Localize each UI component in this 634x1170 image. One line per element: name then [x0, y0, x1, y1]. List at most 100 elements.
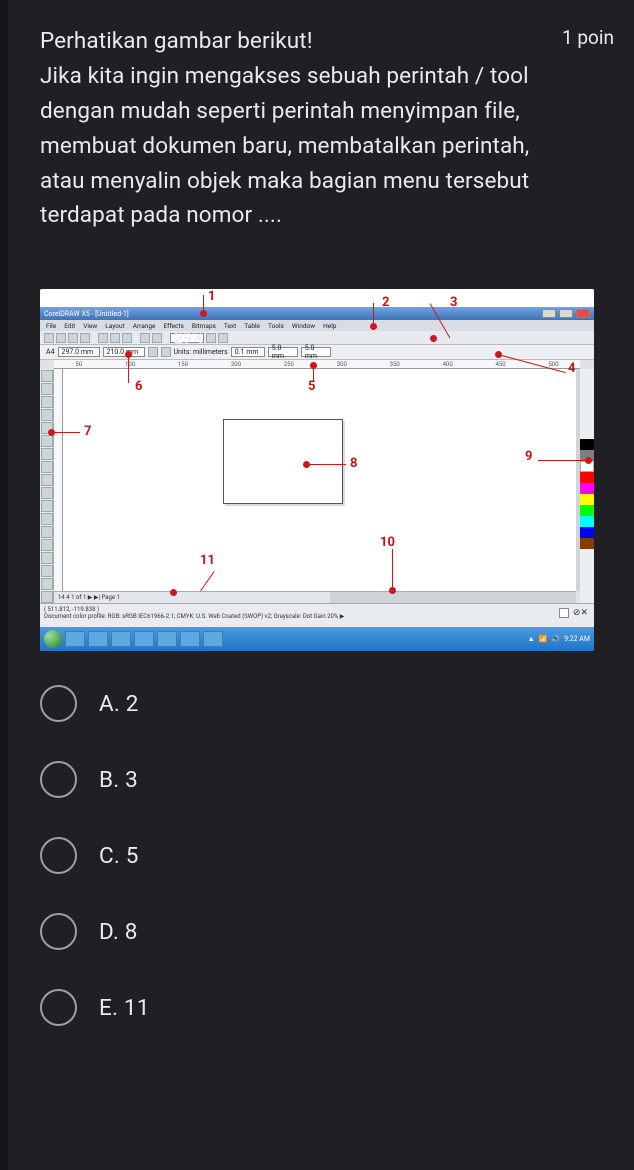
annotation-line	[538, 460, 585, 461]
ruler-tick: 300	[337, 361, 347, 368]
menu-item: Window	[292, 322, 315, 330]
ruler-tick: 50	[75, 361, 82, 368]
menu-item: File	[46, 322, 56, 330]
annotation-label-6: 6	[135, 379, 142, 394]
option-e[interactable]: E. 11	[40, 989, 614, 1026]
annotation-line	[392, 549, 393, 587]
annotation-label-5: 5	[308, 379, 315, 394]
volume-icon: 🔊	[551, 635, 560, 643]
option-d[interactable]: D. 8	[40, 913, 614, 950]
annotation-label-4: 4	[568, 361, 575, 376]
option-label: D. 8	[99, 919, 138, 945]
connector-tool-icon	[41, 526, 53, 538]
zoom-tool-icon	[41, 409, 53, 421]
table-tool-icon	[41, 500, 53, 512]
task-button	[134, 631, 154, 647]
annotation-line	[203, 295, 204, 310]
menu-item: Text	[224, 322, 236, 330]
ruler-tick: 100	[125, 361, 135, 368]
save-icon	[68, 333, 78, 343]
swatch	[580, 505, 594, 516]
annotation-label-9: 9	[525, 449, 532, 464]
ruler-vertical	[54, 369, 63, 591]
question-text: Perhatikan gambar berikut! Jika kita ing…	[40, 24, 546, 233]
annotation-line	[373, 303, 374, 323]
page-height-field: 210.0 mm	[103, 347, 145, 357]
ellipse-tool-icon	[41, 461, 53, 473]
options-icon	[218, 333, 228, 343]
toolbox	[40, 369, 54, 615]
swatch	[580, 483, 594, 494]
menu-bar: File Edit View Layout Arrange Effects Bi…	[40, 320, 594, 331]
close-icon	[576, 309, 590, 318]
option-label: E. 11	[99, 995, 150, 1021]
ruler-tick: 500	[548, 361, 558, 368]
ruler-horizontal: 50 100 150 200 250 300 350 400 450 500	[54, 360, 580, 369]
color-palette	[580, 369, 594, 615]
app-titlebar: CorelDRAW X5 - [Untitled-1]	[40, 307, 594, 320]
menu-item: Help	[323, 322, 336, 330]
fill-tool-icon	[41, 578, 53, 590]
annotation-line	[308, 464, 346, 465]
start-orb-icon	[44, 630, 62, 648]
polygon-tool-icon	[41, 474, 53, 486]
outline-tool-icon	[41, 565, 53, 577]
radio-icon	[40, 761, 77, 798]
menu-item: Edit	[64, 322, 75, 330]
option-label: B. 3	[99, 767, 138, 793]
pick-tool-icon	[41, 370, 53, 382]
status-bar: ( 511.812, -119.838 ) Document color pro…	[40, 603, 594, 627]
annotation-label-10: 10	[380, 535, 395, 550]
shape-tool-icon	[41, 383, 53, 395]
annotation-line	[128, 355, 129, 383]
ruler-tick: 200	[231, 361, 241, 368]
menu-item: Table	[244, 322, 260, 330]
page-rectangle	[223, 419, 343, 504]
menu-item: Layout	[105, 322, 124, 330]
paste-icon	[122, 333, 132, 343]
ruler-tick: 450	[496, 361, 506, 368]
windows-taskbar: ▲ 📶 🔊 9:22 AM	[40, 627, 594, 651]
ruler-tick: 250	[284, 361, 294, 368]
radio-icon	[40, 837, 77, 874]
points-label: 1 poin	[562, 24, 614, 49]
task-button	[203, 631, 223, 647]
annotation-label-2: 2	[382, 295, 389, 310]
dupx-field: 5.0 mm	[268, 347, 298, 357]
annotation-label-11: 11	[200, 553, 215, 568]
swatch	[580, 527, 594, 538]
color-profile-text: Document color profile: RGB: sRGB IEC619…	[44, 613, 590, 620]
ruler-tick: 350	[390, 361, 400, 368]
maximize-icon	[559, 309, 573, 318]
cursor-position: ( 511.812, -119.838 )	[44, 606, 590, 613]
redo-icon	[152, 333, 162, 343]
open-icon	[56, 333, 66, 343]
annotation-line	[52, 432, 80, 433]
portrait-icon	[148, 347, 158, 357]
option-c[interactable]: C. 5	[40, 837, 614, 874]
question-header: Perhatikan gambar berikut! Jika kita ing…	[40, 24, 614, 233]
swatch	[580, 439, 594, 450]
image-top-gap	[40, 289, 594, 307]
option-a[interactable]: A. 2	[40, 685, 614, 722]
radio-icon	[40, 989, 77, 1026]
menu-item: Arrange	[133, 322, 156, 330]
question-card: Perhatikan gambar berikut! Jika kita ing…	[0, 0, 634, 1170]
window-controls	[542, 309, 590, 318]
task-button	[88, 631, 108, 647]
question-image: CorelDRAW X5 - [Untitled-1] File Edit Vi…	[40, 289, 594, 651]
swatch	[580, 494, 594, 505]
ruler-tick: 400	[443, 361, 453, 368]
option-b[interactable]: B. 3	[40, 761, 614, 798]
swatch	[580, 472, 594, 483]
clock-text: 9:22 AM	[564, 635, 590, 643]
task-button	[180, 631, 200, 647]
annotation-label-3: 3	[450, 295, 457, 310]
eyedropper-tool-icon	[41, 552, 53, 564]
ruler-tick: 150	[178, 361, 188, 368]
task-button	[157, 631, 177, 647]
swatch	[580, 516, 594, 527]
smartfill-tool-icon	[41, 435, 53, 447]
option-label: A. 2	[99, 691, 139, 717]
rectangle-tool-icon	[41, 448, 53, 460]
